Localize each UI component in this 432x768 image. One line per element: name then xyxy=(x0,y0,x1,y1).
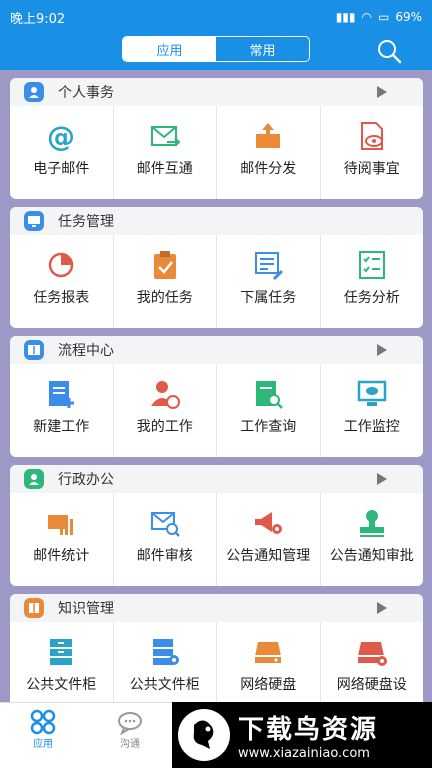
app-mail-exchange[interactable]: 邮件互通 xyxy=(114,106,217,199)
watermark-url: www.xiazainiao.com xyxy=(238,746,370,761)
at-sign-icon: @ xyxy=(47,120,75,152)
section-title: 任务管理 xyxy=(58,214,114,230)
user-recycle-icon xyxy=(150,381,180,409)
svg-text:@: @ xyxy=(47,120,75,152)
section-title: 流程中心 xyxy=(58,343,114,359)
monitor-eye-icon xyxy=(357,380,386,406)
file-cabinet-gear-icon xyxy=(152,639,179,665)
hard-disk-icon xyxy=(255,642,282,663)
book-icon xyxy=(24,598,44,618)
monitor-icon xyxy=(24,211,44,231)
battery-icon: ▭ xyxy=(377,10,390,24)
section-admin: 行政办公 邮件统计 邮件审核 公告通知管理 公告通知审批 xyxy=(10,465,423,586)
tab-chat[interactable]: 沟通 xyxy=(100,709,160,750)
app-work-monitor[interactable]: 工作监控 xyxy=(321,364,424,457)
expand-arrow-icon[interactable] xyxy=(377,602,387,614)
segment-control: 应用 常用 xyxy=(122,36,310,62)
watermark-title: 下载鸟资源 xyxy=(238,715,379,745)
section-header[interactable]: 任务管理 xyxy=(10,207,423,235)
new-document-icon xyxy=(49,381,75,408)
section-header[interactable]: 流程中心 xyxy=(10,336,423,364)
pie-chart-icon xyxy=(49,252,74,278)
status-time: 晚上9:02 xyxy=(10,11,66,27)
section-workflow: 流程中心 新建工作 我的工作 工作查询 工作监控 xyxy=(10,336,423,457)
app-mail-dispatch[interactable]: 邮件分发 xyxy=(217,106,321,199)
section-header[interactable]: 知识管理 xyxy=(10,594,423,622)
tab-chat-label: 沟通 xyxy=(120,739,140,750)
battery-percent: 69% xyxy=(395,10,422,24)
app-sub-tasks[interactable]: 下属任务 xyxy=(217,235,321,328)
app-my-work[interactable]: 我的工作 xyxy=(114,364,217,457)
admin-person-icon xyxy=(24,469,44,489)
app-header: 应用 常用 xyxy=(0,34,432,70)
person-icon xyxy=(24,82,44,102)
app-work-query[interactable]: 工作查询 xyxy=(217,364,321,457)
mail-search-icon xyxy=(150,512,180,537)
tab-apps[interactable]: 应用 xyxy=(13,709,73,750)
file-cabinet-icon xyxy=(50,639,73,665)
mail-exchange-icon xyxy=(150,126,181,147)
mail-chart-icon xyxy=(48,515,74,535)
app-task-report[interactable]: 任务报表 xyxy=(10,235,114,328)
wifi-icon: ◠ xyxy=(361,10,372,24)
checklist-icon xyxy=(358,251,385,279)
segment-apps[interactable]: 应用 xyxy=(123,37,216,61)
section-title: 知识管理 xyxy=(58,601,114,617)
tab-apps-label: 应用 xyxy=(33,739,53,750)
app-mail-review[interactable]: 邮件审核 xyxy=(114,493,217,586)
app-notice-approve[interactable]: 公告通知审批 xyxy=(321,493,424,586)
chat-bubble-icon xyxy=(118,712,142,735)
app-list: 个人事务 @ 电子邮件 邮件互通 邮件分发 待阅事宜 任务管理 任务报表 我的任… xyxy=(10,78,423,723)
section-personal: 个人事务 @ 电子邮件 邮件互通 邮件分发 待阅事宜 xyxy=(10,78,423,199)
expand-arrow-icon[interactable] xyxy=(377,344,387,356)
workflow-icon xyxy=(24,340,44,360)
status-bar: 晚上9:02 ▮▮▮ ◠ ▭ 69% xyxy=(0,0,432,34)
status-icons: ▮▮▮ ◠ ▭ 69% xyxy=(336,10,422,24)
app-my-tasks[interactable]: 我的任务 xyxy=(114,235,217,328)
signal-icon: ▮▮▮ xyxy=(335,10,356,24)
section-knowledge: 知识管理 公共文件柜 公共文件柜 网络硬盘 网络硬盘设 xyxy=(10,594,423,715)
app-email[interactable]: @ 电子邮件 xyxy=(10,106,114,199)
document-eye-icon xyxy=(360,122,383,150)
app-task-analysis[interactable]: 任务分析 xyxy=(321,235,424,328)
hard-disk-gear-icon xyxy=(357,642,387,666)
section-tasks: 任务管理 任务报表 我的任务 下属任务 任务分析 xyxy=(10,207,423,328)
document-search-icon xyxy=(256,381,284,409)
clipboard-check-icon xyxy=(153,251,176,279)
search-icon[interactable] xyxy=(376,38,402,64)
section-title: 个人事务 xyxy=(58,85,114,101)
expand-arrow-icon[interactable] xyxy=(377,473,387,485)
app-mail-stats[interactable]: 邮件统计 xyxy=(10,493,114,586)
bird-logo-icon xyxy=(178,709,230,761)
section-title: 行政办公 xyxy=(58,472,114,488)
list-edit-icon xyxy=(255,252,284,281)
stamp-icon xyxy=(359,510,384,537)
expand-arrow-icon[interactable] xyxy=(377,86,387,98)
app-notice-manage[interactable]: 公告通知管理 xyxy=(217,493,321,586)
watermark-banner: 下载鸟资源 www.xiazainiao.com xyxy=(172,702,432,768)
segment-common[interactable]: 常用 xyxy=(216,37,309,61)
app-new-work[interactable]: 新建工作 xyxy=(10,364,114,457)
megaphone-gear-icon xyxy=(255,512,283,534)
mail-dispatch-icon xyxy=(256,123,281,148)
apps-grid-icon xyxy=(30,709,56,735)
section-header[interactable]: 行政办公 xyxy=(10,465,423,493)
app-pending-read[interactable]: 待阅事宜 xyxy=(321,106,424,199)
section-header[interactable]: 个人事务 xyxy=(10,78,423,106)
